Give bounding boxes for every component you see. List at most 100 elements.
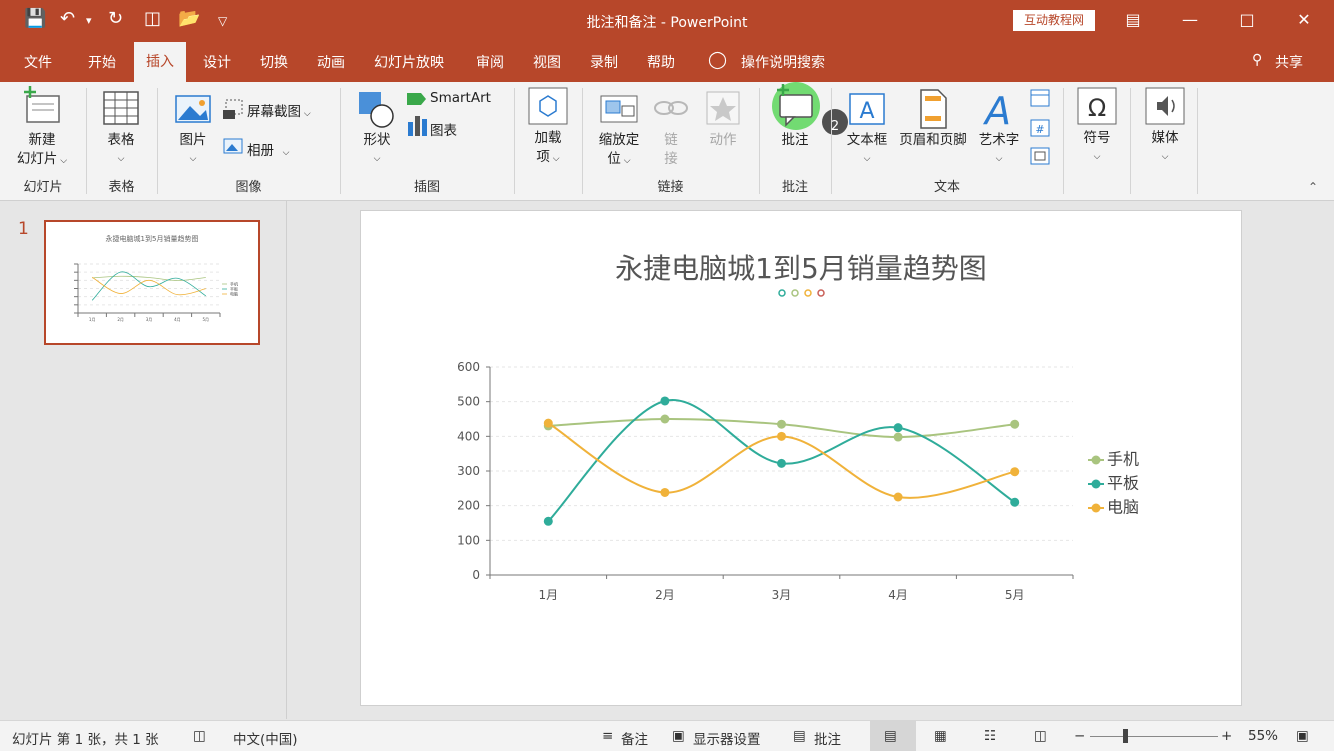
slide-info: 幻灯片 第 1 张，共 1 张 xyxy=(12,732,159,748)
zoom-out-icon[interactable]: − xyxy=(1074,728,1085,744)
group-label-comments: 批注 xyxy=(781,180,808,195)
new-slide-button[interactable]: 新建 幻灯片 ⌵ xyxy=(10,131,74,171)
group-label-images: 图像 xyxy=(235,180,262,195)
data-point xyxy=(777,419,786,429)
chart-button[interactable]: 图表 xyxy=(430,119,457,139)
zoom-button[interactable]: 缩放定 位 ⌵ xyxy=(592,131,646,171)
notes-icon: ≡ xyxy=(602,728,614,744)
slide-number-icon: # xyxy=(1030,119,1050,137)
picture-icon xyxy=(175,95,211,123)
reading-view-icon[interactable]: ☷ xyxy=(984,728,996,744)
x-tick-label: 3月 xyxy=(146,317,153,322)
restore-ribbon-icon[interactable]: ▤ xyxy=(1118,10,1148,29)
new-comment-button[interactable]: 批注 xyxy=(770,131,820,150)
media-button[interactable]: 媒体 ⌵ xyxy=(1140,129,1190,167)
picture-button[interactable]: 图片 ⌵ xyxy=(170,131,216,169)
x-tick-label: 2月 xyxy=(117,317,124,322)
action-button[interactable]: 动作 xyxy=(700,131,746,150)
data-point xyxy=(893,423,903,433)
media-label: 媒体 xyxy=(1151,130,1179,146)
zoom-icon xyxy=(600,95,638,123)
symbol-button[interactable]: 符号 ⌵ xyxy=(1072,129,1122,167)
textbox-label: 文本框 xyxy=(846,132,888,148)
tell-me-search[interactable]: 操作说明搜索 xyxy=(741,52,825,72)
y-tick-label: 0 xyxy=(472,568,480,582)
addins-button[interactable]: 加载 项 ⌵ xyxy=(524,129,572,169)
group-label-slides: 幻灯片 xyxy=(23,180,63,195)
tab-insert[interactable]: 插入 xyxy=(134,42,186,82)
x-tick-label: 5月 xyxy=(203,317,210,322)
x-tick-label: 2月 xyxy=(655,588,675,602)
notes-button[interactable]: 备注 xyxy=(621,728,648,748)
table-button[interactable]: 表格 ⌵ xyxy=(96,131,146,169)
object-icon xyxy=(1030,147,1050,165)
data-point xyxy=(1010,467,1020,477)
svg-text:A: A xyxy=(982,89,1011,133)
textbox-button[interactable]: 文本框 ⌵ xyxy=(840,131,894,169)
shapes-icon xyxy=(359,92,394,128)
table-label: 表格 xyxy=(107,132,135,148)
x-tick-label: 4月 xyxy=(888,588,908,602)
share-button[interactable]: 共享 xyxy=(1275,52,1303,72)
comment-icon xyxy=(772,82,820,130)
smartart-button[interactable]: SmartArt xyxy=(430,90,491,106)
link-button[interactable]: 链 接 xyxy=(656,131,686,169)
user-icon: ⚲ xyxy=(1252,52,1263,68)
display-settings-button[interactable]: 显示器设置 xyxy=(693,728,761,748)
slide-sorter-icon[interactable]: ▦ xyxy=(934,728,947,744)
fit-to-window-icon[interactable]: ▣ xyxy=(1296,728,1309,744)
data-point xyxy=(543,418,553,428)
wordart-button[interactable]: 艺术字 ⌵ xyxy=(974,131,1024,169)
accessibility-icon[interactable]: ◫ xyxy=(193,728,206,744)
tab-slideshow[interactable]: 幻灯片放映 xyxy=(374,52,444,72)
tab-home[interactable]: 开始 xyxy=(88,52,116,72)
screenshot-button[interactable]: 屏幕截图 ⌵ xyxy=(247,100,311,120)
zoom-label-1: 缩放定 xyxy=(598,132,640,148)
link-label-2: 接 xyxy=(664,151,678,167)
slideshow-icon[interactable]: ◫ xyxy=(1034,728,1047,744)
title-marker-dot xyxy=(804,289,812,297)
zoom-slider-thumb[interactable] xyxy=(1123,729,1129,743)
slide-thumbnail[interactable]: 永捷电脑城1到5月销量趋势图 1月 2月 3月 4月 5月 手机 平板 电脑 xyxy=(44,220,260,345)
zoom-label-2: 位 xyxy=(607,151,621,167)
comments-button[interactable]: 批注 xyxy=(814,728,841,748)
comment-status-icon: ▤ xyxy=(793,728,806,744)
language-status[interactable]: 中文(中国) xyxy=(233,728,298,748)
data-point xyxy=(777,431,786,441)
brand-badge: 互动教程网 xyxy=(1013,10,1095,31)
chevron-down-icon: ⌵ xyxy=(1093,152,1101,162)
legend-label: 电脑 xyxy=(1107,498,1139,517)
maximize-icon[interactable]: □ xyxy=(1232,10,1262,29)
tab-file[interactable]: 文件 xyxy=(24,52,52,72)
album-button[interactable]: 相册 ⌵ xyxy=(247,139,289,159)
tab-animations[interactable]: 动画 xyxy=(317,52,345,72)
close-icon[interactable]: ✕ xyxy=(1289,10,1319,29)
svg-text:Ω: Ω xyxy=(1088,94,1106,122)
zoom-level[interactable]: 55% xyxy=(1248,728,1278,744)
x-tick-label: 3月 xyxy=(772,588,792,602)
tab-transitions[interactable]: 切换 xyxy=(260,52,288,72)
chevron-down-icon: ⌵ xyxy=(117,154,125,164)
new-slide-label-1: 新建 xyxy=(28,132,56,148)
svg-text:#: # xyxy=(1035,123,1044,136)
shapes-button[interactable]: 形状 ⌵ xyxy=(354,131,400,169)
tab-design[interactable]: 设计 xyxy=(203,52,231,72)
header-footer-button[interactable]: 页眉和页脚 xyxy=(894,131,972,150)
x-tick-label: 1月 xyxy=(89,317,96,322)
chevron-down-icon: ⌵ xyxy=(189,154,197,164)
data-point xyxy=(893,492,903,502)
new-slide-label-2: 幻灯片 xyxy=(16,151,58,167)
textbox-icon: A xyxy=(849,93,885,125)
line-chart[interactable]: 0 100 200 300 400 500 600 1月 2月 3月 4月 5月 手机平板电脑 xyxy=(361,211,1241,705)
zoom-in-icon[interactable]: + xyxy=(1221,728,1232,744)
tab-view[interactable]: 视图 xyxy=(533,52,561,72)
tab-help[interactable]: 帮助 xyxy=(647,52,675,72)
new-slide-icon xyxy=(24,86,60,123)
tab-record[interactable]: 录制 xyxy=(590,52,618,72)
tab-review[interactable]: 审阅 xyxy=(476,52,504,72)
zoom-slider[interactable] xyxy=(1090,729,1218,743)
collapse-ribbon-icon[interactable]: ⌃ xyxy=(1308,180,1318,194)
slide-canvas[interactable]: 永捷电脑城1到5月销量趋势图 0 100 200 300 400 500 600 1月 2月 3月… xyxy=(360,210,1242,706)
normal-view-icon: ▤ xyxy=(884,728,897,744)
minimize-icon[interactable]: — xyxy=(1175,10,1205,29)
